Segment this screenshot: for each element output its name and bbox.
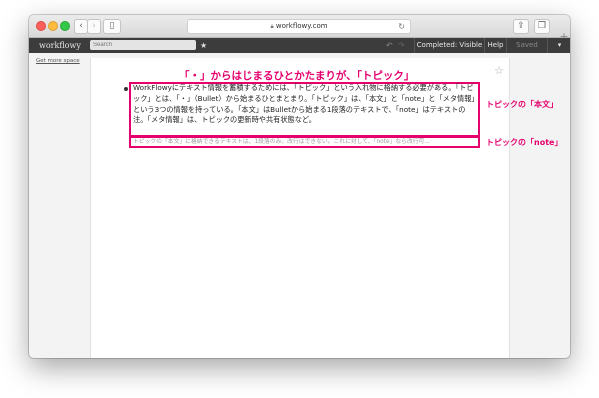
sidebar-icon: ▯ (109, 21, 115, 31)
star-outline-icon[interactable]: ☆ (494, 65, 504, 76)
undo-icon[interactable]: ↶ (386, 39, 393, 52)
get-more-space-link[interactable]: Get more space (36, 58, 80, 64)
address-bar[interactable]: 🔒︎ workflowy.com ↻ (187, 19, 411, 34)
help-button[interactable]: Help (484, 38, 506, 53)
chevron-right-icon: › (92, 21, 96, 31)
topic-bullet[interactable] (124, 87, 128, 91)
workflowy-logo[interactable]: workflowy (39, 39, 81, 52)
search-input[interactable] (90, 40, 196, 50)
url-text: workflowy.com (275, 22, 328, 30)
close-window-button[interactable] (36, 21, 46, 31)
star-icon[interactable]: ★ (200, 39, 207, 52)
saved-status: Saved (506, 38, 547, 53)
zoom-window-button[interactable] (60, 21, 70, 31)
topic-text[interactable]: WorkFlowyにテキスト情報を蓄積するためには、「トピック」という入れ物に格… (133, 83, 477, 126)
reload-icon[interactable]: ↻ (398, 20, 405, 33)
tabs-overview-button[interactable]: ❐ (534, 19, 550, 34)
caret-down-icon: ▾ (557, 41, 562, 49)
redo-icon[interactable]: ↷ (398, 39, 405, 52)
share-button[interactable]: ⇪ (513, 19, 529, 34)
tabs-icon: ❐ (537, 21, 547, 31)
forward-button[interactable]: › (87, 19, 101, 34)
back-button[interactable]: ‹ (74, 19, 88, 34)
topic-annotation-title: 「・」からはじまるひとかたまりが、「トピック」 (179, 70, 415, 82)
browser-window: ‹ › ▯ 🔒︎ workflowy.com ↻ ⇪ ❐ + workflowy… (29, 15, 570, 358)
outline-page: ☆ 「・」からはじまるひとかたまりが、「トピック」 WorkFlowyにテキスト… (90, 58, 562, 358)
chevron-left-icon: ‹ (79, 21, 83, 31)
main-text-callout: トピックの「本文」 (486, 100, 558, 109)
share-icon: ⇪ (517, 21, 525, 31)
topic-note[interactable]: トピックの「本文」に格納できるテキストは、1段落のみ。改行はできない。これに対し… (133, 137, 477, 147)
note-callout: トピックの「note」 (486, 138, 563, 147)
settings-dropdown-button[interactable]: ▾ (547, 38, 570, 53)
workflowy-header: workflowy ★ ↶ ↷ Completed: Visible Help … (29, 38, 570, 53)
completed-visible-button[interactable]: Completed: Visible (414, 38, 484, 53)
browser-toolbar: ‹ › ▯ 🔒︎ workflowy.com ↻ ⇪ ❐ + (29, 15, 570, 43)
sidebar-toggle-button[interactable]: ▯ (103, 19, 121, 34)
minimize-window-button[interactable] (48, 21, 58, 31)
main-content: Get more space ☆ 「・」からはじまるひとかたまりが、「トピック」… (29, 53, 570, 358)
lock-icon: 🔒︎ (270, 23, 274, 30)
